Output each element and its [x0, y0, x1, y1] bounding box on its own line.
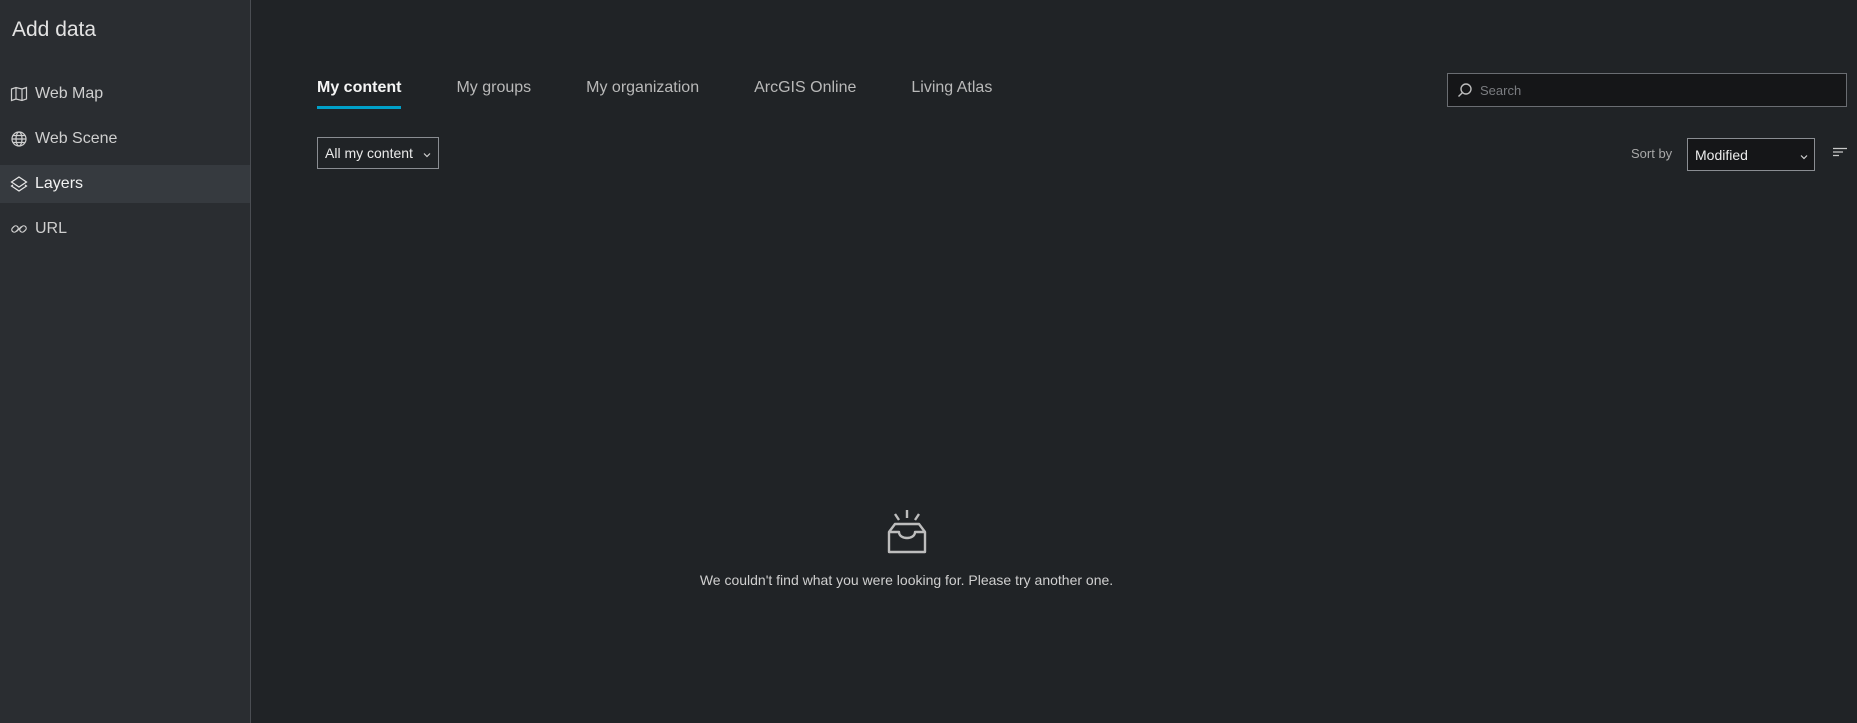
search-icon: [1457, 82, 1473, 98]
chevron-down-icon: [1799, 149, 1809, 160]
empty-inbox-icon: [881, 508, 933, 556]
globe-icon: [10, 130, 28, 148]
sort-order-icon[interactable]: [1832, 146, 1848, 160]
sidebar: Add data Web Map Web Scene Layers URL: [0, 0, 251, 723]
search-box: [1447, 73, 1847, 107]
tab-my-content[interactable]: My content: [317, 79, 402, 109]
sidebar-item-layers[interactable]: Layers: [0, 165, 250, 203]
map-icon: [10, 85, 28, 103]
content-tabs: My content My groups My organization Arc…: [317, 79, 1047, 109]
filter-selected-value: All my content: [325, 145, 413, 161]
tab-my-groups[interactable]: My groups: [456, 79, 531, 109]
sidebar-item-web-map[interactable]: Web Map: [0, 75, 250, 113]
sort-selected-value: Modified: [1695, 146, 1748, 163]
tab-arcgis-online[interactable]: ArcGIS Online: [754, 79, 856, 109]
tab-living-atlas[interactable]: Living Atlas: [911, 79, 992, 109]
add-data-app: Add data Web Map Web Scene Layers URL My…: [0, 0, 1857, 723]
sort-select[interactable]: Modified: [1687, 138, 1815, 171]
sidebar-nav: Web Map Web Scene Layers URL: [0, 75, 250, 255]
empty-state-message: We couldn't find what you were looking f…: [699, 572, 1114, 588]
sidebar-item-label: Web Scene: [35, 130, 118, 147]
main-panel: My content My groups My organization Arc…: [252, 0, 1857, 723]
link-icon: [10, 220, 28, 238]
chevron-down-icon: [422, 147, 432, 158]
empty-state: [252, 508, 1561, 561]
sidebar-title: Add data: [12, 18, 97, 41]
sidebar-item-label: URL: [35, 220, 68, 237]
layers-icon: [10, 175, 28, 193]
search-input[interactable]: [1480, 82, 1840, 98]
sidebar-item-label: Layers: [35, 175, 84, 192]
sort-label: Sort by: [1631, 146, 1673, 161]
sidebar-item-label: Web Map: [35, 85, 104, 102]
sidebar-item-url[interactable]: URL: [0, 210, 250, 248]
tab-my-organization[interactable]: My organization: [586, 79, 699, 109]
sidebar-item-web-scene[interactable]: Web Scene: [0, 120, 250, 158]
content-filter-select[interactable]: All my content: [317, 137, 439, 169]
